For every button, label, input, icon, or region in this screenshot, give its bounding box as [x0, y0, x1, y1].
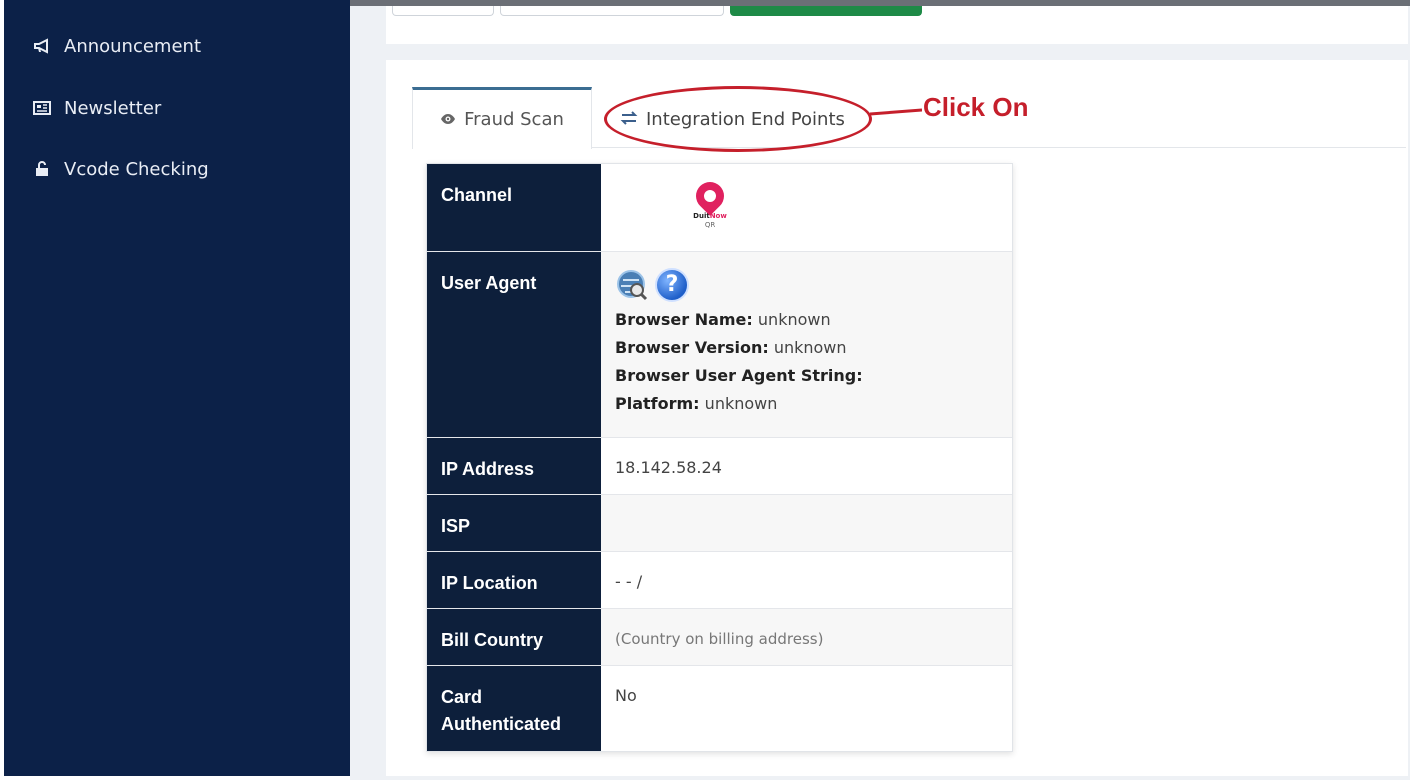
sidebar-item-announcement[interactable]: Announcement	[32, 33, 201, 59]
isp-value	[601, 495, 1012, 551]
bill-country-cell: (Country on billing address)	[601, 609, 1012, 665]
top-button-2[interactable]	[500, 6, 724, 16]
table-row-isp: ISP	[427, 495, 1012, 552]
table-row-channel: Channel DuitNow QR	[427, 164, 1012, 252]
top-button-green[interactable]	[730, 6, 922, 16]
row-header: Channel	[427, 164, 601, 251]
unknown-browser-icon	[615, 268, 649, 302]
top-card	[386, 6, 1408, 44]
platform-line: Platform: unknown	[615, 394, 778, 413]
browser-version-line: Browser Version: unknown	[615, 338, 847, 357]
table-row-user-agent: User Agent ? Browser Name: unknown Brows…	[427, 252, 1012, 438]
sidebar-item-label: Announcement	[64, 35, 202, 57]
ip-location-value: - - /	[615, 572, 643, 591]
row-header: IP Address	[427, 438, 601, 494]
eye-icon	[440, 109, 456, 130]
user-agent-cell: ? Browser Name: unknown Browser Version:…	[601, 252, 1012, 437]
card-authenticated-value: No	[615, 686, 637, 705]
duitnow-pin-icon	[690, 176, 730, 216]
annotation-line	[870, 108, 922, 116]
bill-country-value: (Country on billing address)	[615, 630, 824, 648]
row-header: Card Authenticated	[427, 666, 601, 751]
sidebar-item-newsletter[interactable]: Newsletter	[32, 95, 161, 121]
top-button-1[interactable]	[392, 6, 494, 16]
ua-string-line: Browser User Agent String:	[615, 366, 863, 385]
sidebar: Announcement Newsletter Vcode Checking	[0, 0, 350, 780]
ua-icons: ?	[615, 268, 998, 302]
sidebar-item-vcode-checking[interactable]: Vcode Checking	[32, 156, 209, 182]
table-row-card-authenticated: Card Authenticated No	[427, 666, 1012, 751]
sidebar-item-label: Newsletter	[64, 97, 162, 119]
tab-label: Fraud Scan	[464, 109, 564, 130]
annotation-ellipse	[604, 86, 872, 152]
row-header: ISP	[427, 495, 601, 551]
annotation-text: Click On	[923, 92, 1029, 122]
help-question-icon: ?	[655, 268, 689, 302]
duitnow-qr-logo: DuitNow QR	[685, 176, 735, 229]
row-header: Bill Country	[427, 609, 601, 665]
logo-subtext: QR	[704, 221, 716, 229]
fraud-scan-table: Channel DuitNow QR User Agent ? Browser …	[426, 163, 1013, 752]
row-header: IP Location	[427, 552, 601, 608]
table-row-bill-country: Bill Country (Country on billing address…	[427, 609, 1012, 666]
sidebar-item-label: Vcode Checking	[64, 158, 209, 180]
browser-name-line: Browser Name: unknown	[615, 310, 831, 329]
newspaper-icon	[32, 101, 52, 115]
table-row-ip-location: IP Location - - /	[427, 552, 1012, 609]
ip-address-value: 18.142.58.24	[615, 458, 722, 477]
unlock-icon	[32, 161, 52, 177]
tab-fraud-scan[interactable]: Fraud Scan	[412, 87, 592, 149]
row-header: User Agent	[427, 252, 601, 437]
channel-cell: DuitNow QR	[601, 164, 1012, 251]
table-row-ip-address: IP Address 18.142.58.24	[427, 438, 1012, 495]
megaphone-icon	[32, 38, 52, 54]
